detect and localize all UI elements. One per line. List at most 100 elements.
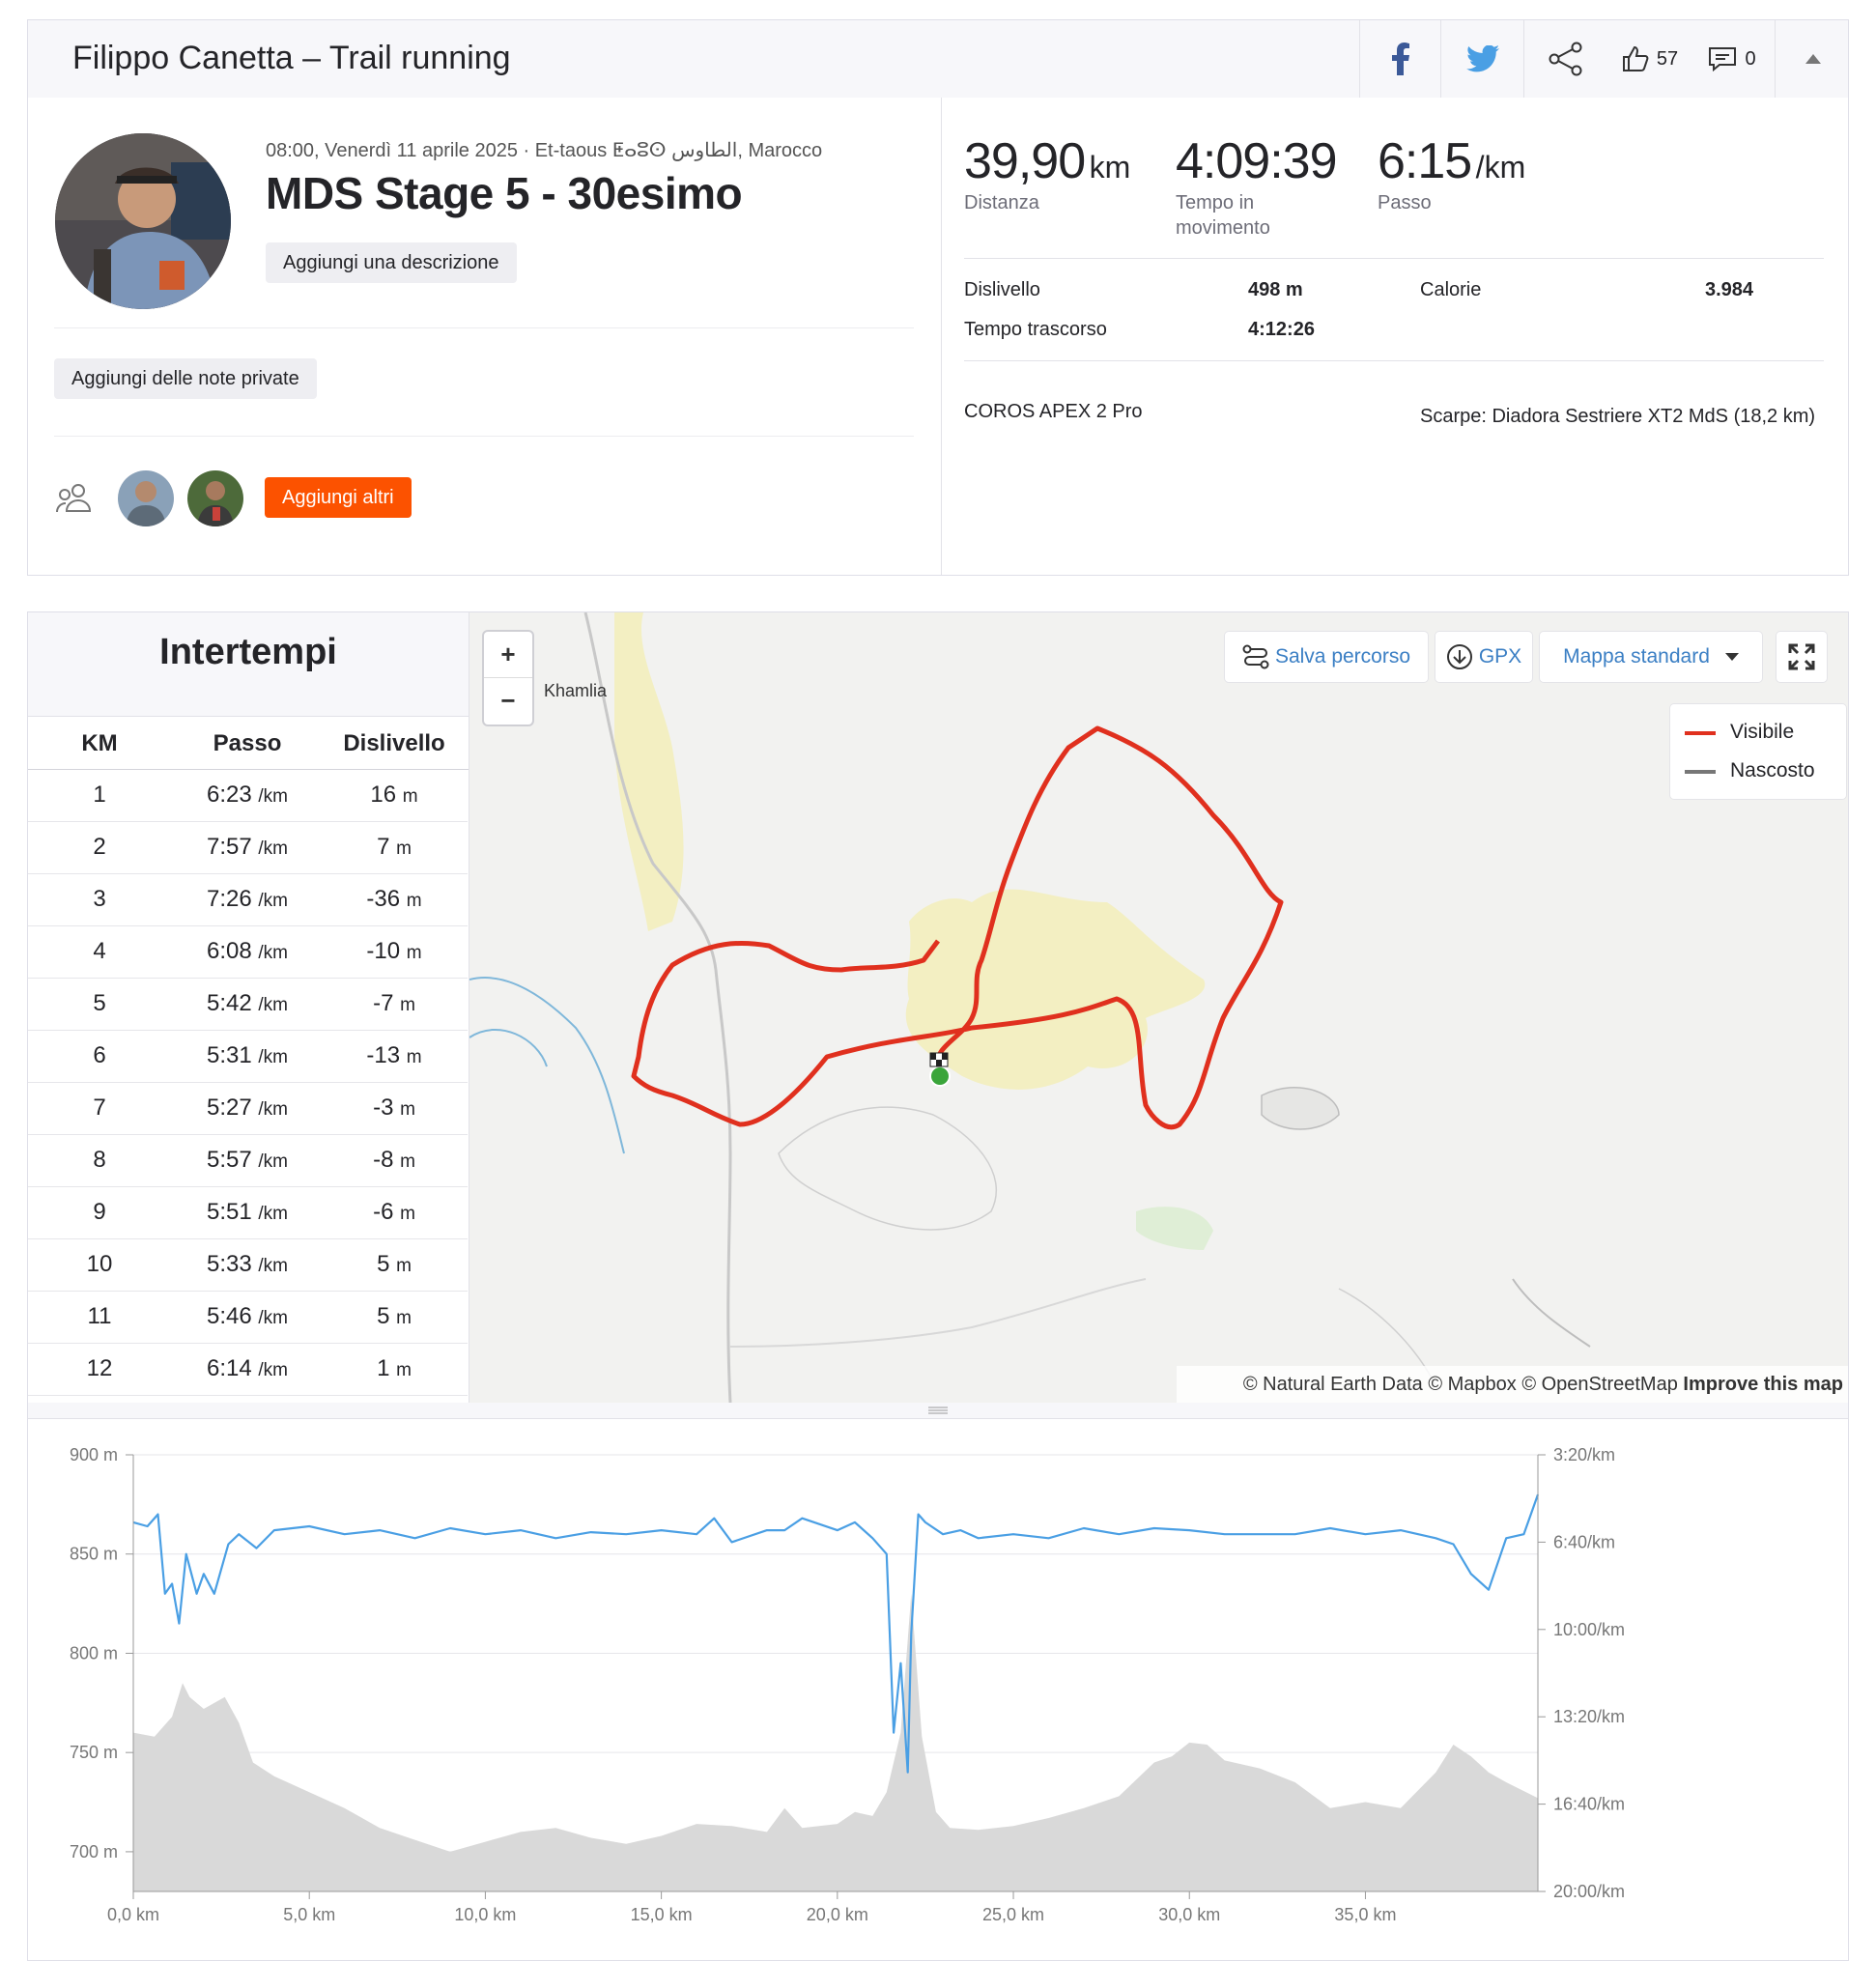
split-km: 8 [93,1147,106,1173]
place-label: Khamlia [544,681,608,700]
shoes-info[interactable]: Scarpe: Diadora Sestriere XT2 MdS (18,2 … [1420,401,1826,433]
splits-table-body: 1 6:23 /km 16 m 2 7:57 /km 7 m 3 7:26 /km -36 m4… [28,769,469,1403]
split-row[interactable]: 8 5:57 /km -8 m [28,1134,468,1187]
zoom-in-button[interactable]: + [484,632,532,678]
split-row[interactable]: 1 6:23 /km 16 m [28,769,468,822]
split-pace-value: 5:31 [207,1042,252,1068]
facebook-share-button[interactable] [1359,20,1441,98]
split-km: 2 [93,834,106,860]
split-row[interactable]: 2 7:57 /km 7 m [28,821,468,874]
split-row[interactable]: 5 5:42 /km -7 m [28,978,468,1031]
gpx-download-button[interactable]: GPX [1435,632,1532,682]
split-elev-unit: m [400,995,415,1015]
split-km: 9 [93,1199,106,1225]
elevation-value: 498 m [1248,279,1303,300]
split-row[interactable]: 3 7:26 /km -36 m [28,873,468,926]
add-others-button[interactable]: Aggiungi altri [265,477,412,518]
split-pace-unit: /km [258,1308,288,1328]
avatar[interactable] [55,133,231,309]
twitter-share-button[interactable] [1440,20,1524,98]
split-pace-unit: /km [258,995,288,1015]
split-elev-unit: m [400,1099,415,1120]
download-icon [1446,644,1472,669]
split-km: 7 [93,1094,106,1121]
kudos-button[interactable]: 57 [1606,20,1693,98]
map-style-dropdown[interactable]: Mappa standard [1540,632,1762,682]
split-elev-value: 5 [377,1251,390,1277]
split-elev-value: 5 [377,1303,390,1329]
athlete-avatar-1[interactable] [118,470,174,526]
fullscreen-button[interactable] [1777,632,1827,682]
device-name: COROS APEX 2 Pro [964,401,1143,422]
activity-header-bar: Filippo Canetta – Trail running 57 0 [27,19,1849,99]
resize-handle[interactable] [28,1403,1848,1419]
split-pace-value: 7:26 [207,886,252,912]
improve-map-link[interactable]: Improve this map [1683,1374,1843,1395]
split-pace-value: 6:14 [207,1355,252,1381]
legend-hidden-swatch [1685,770,1716,774]
x-tick-label: 0,0 km [107,1905,159,1924]
split-elev-unit: m [406,891,422,911]
split-pace-unit: /km [258,1204,288,1224]
split-row[interactable]: 6 5:31 /km -13 m [28,1030,468,1083]
share-button[interactable] [1523,20,1607,98]
split-pace-unit: /km [258,1099,288,1120]
split-elevation: -10 m [322,938,467,965]
splits-title: Intertempi [159,632,337,672]
add-description-button[interactable]: Aggiungi una descrizione [266,242,517,283]
legend-visible-label: Visibile [1730,721,1795,743]
athlete-avatar-2[interactable] [187,470,243,526]
attribution-text[interactable]: © Natural Earth Data © Mapbox © OpenStre… [1243,1374,1678,1395]
split-pace-value: 5:46 [207,1303,252,1329]
add-private-notes-button[interactable]: Aggiungi delle note private [54,358,317,399]
split-elevation: -8 m [322,1147,467,1174]
split-pace: 5:42 /km [175,990,320,1017]
split-elev-unit: m [406,943,422,963]
split-row[interactable]: 7 5:27 /km -3 m [28,1082,468,1135]
caret-down-icon [1724,653,1739,661]
divider [54,327,914,328]
split-km: 3 [93,886,106,912]
split-elev-unit: m [396,1360,412,1380]
elevation-pace-chart[interactable]: 900 m 850 m 800 m 750 m 700 m 3:20/km 6:40/km 1… [27,1420,1849,1961]
split-elev-unit: m [396,1256,412,1276]
y-left-tick-label: 850 m [70,1545,118,1564]
y-right-tick-label: 16:40/km [1553,1795,1625,1814]
twitter-icon [1466,45,1499,72]
split-row[interactable]: 4 6:08 /km -10 m [28,925,468,979]
comments-button[interactable]: 0 [1693,20,1771,98]
header-pace: Passo [213,730,282,756]
x-tick-label: 25,0 km [982,1905,1044,1924]
split-elev-value: -10 [366,938,401,964]
split-pace: 7:26 /km [175,886,320,913]
split-row[interactable]: 12 6:14 /km 1 m [28,1343,468,1396]
save-route-button[interactable]: Salva percorso [1225,632,1428,682]
split-row[interactable]: 9 5:51 /km -6 m [28,1186,468,1239]
split-elev-value: -6 [373,1199,394,1225]
split-elev-value: -3 [373,1094,394,1121]
distance-value: 39,90 [964,133,1086,189]
split-row[interactable]: 10 5:33 /km 5 m [28,1238,468,1292]
split-pace: 5:27 /km [175,1094,320,1122]
divider [54,436,914,437]
route-map[interactable]: + − Khamlia Salva percorso GPX Mappa sta… [469,612,1848,1403]
thumbs-up-icon [1622,45,1649,71]
moving-time-stat: 4:09:39 Tempo in movimento [1176,132,1350,241]
zoom-control: + − [484,632,532,725]
split-pace: 6:23 /km [175,782,320,809]
split-elev-unit: m [406,1047,422,1067]
split-elev-unit: m [396,838,412,859]
collapse-button[interactable] [1775,20,1851,98]
zoom-out-button[interactable]: − [484,678,532,724]
split-pace: 5:33 /km [175,1251,320,1278]
split-elev-value: 1 [377,1355,390,1381]
x-tick-label: 15,0 km [631,1905,693,1924]
activity-datetime-location: 08:00, Venerdì 11 aprile 2025 · Et-taous… [266,140,823,161]
moving-time-label: Tempo in movimento [1176,192,1270,239]
split-pace-value: 6:08 [207,938,252,964]
split-elevation: -13 m [322,1042,467,1069]
split-row[interactable]: 11 5:46 /km 5 m [28,1291,468,1344]
x-tick-label: 35,0 km [1334,1905,1396,1924]
legend-hidden-label: Nascosto [1730,759,1815,782]
split-elevation: 5 m [322,1251,467,1278]
